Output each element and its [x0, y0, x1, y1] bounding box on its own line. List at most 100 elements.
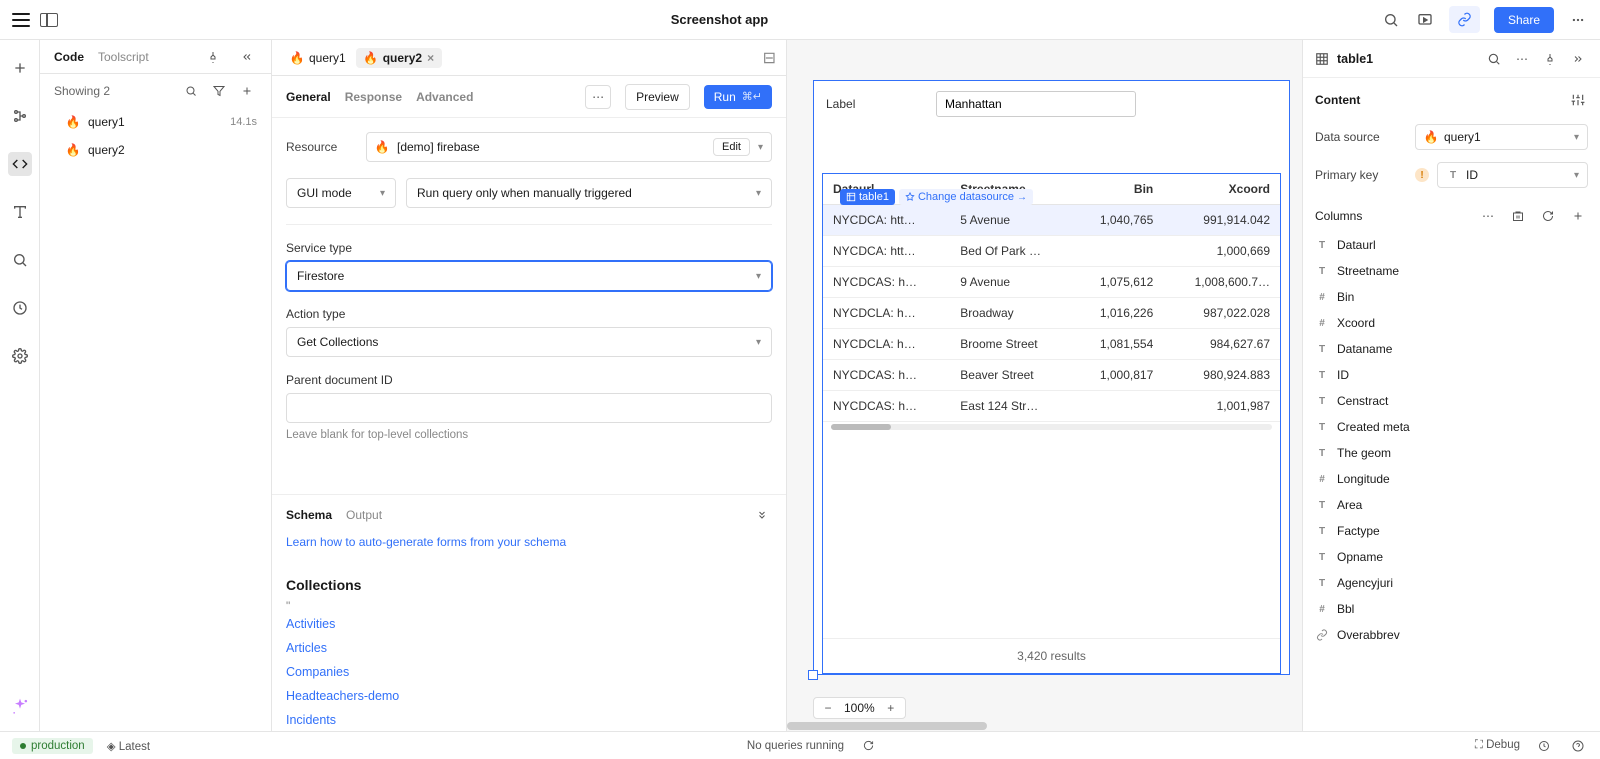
columns-refresh-icon[interactable] [1538, 206, 1558, 226]
table-row[interactable]: NYCDCLA: h…Broadway1,016,226987,022.028 [823, 298, 1280, 329]
parent-doc-input[interactable] [286, 393, 772, 423]
hamburger-menu[interactable] [12, 13, 30, 27]
table-header[interactable]: Xcoord [1163, 174, 1280, 205]
rail-ai-icon[interactable] [8, 695, 32, 719]
column-item[interactable]: TCreated meta [1303, 414, 1600, 440]
table-row[interactable]: NYCDCA: htt…Bed Of Park …1,000,669 [823, 236, 1280, 267]
more-dots[interactable]: ⋯ [585, 85, 611, 109]
env-pill[interactable]: production [12, 738, 93, 754]
collection-item[interactable]: Activities [286, 617, 772, 631]
service-type-select[interactable]: Firestore ▾ [286, 261, 772, 291]
schema-collapse-icon[interactable] [752, 505, 772, 525]
version-label[interactable]: ◈ Latest [107, 739, 150, 753]
column-item[interactable]: TAgencyjuri [1303, 570, 1600, 596]
column-item[interactable]: TArea [1303, 492, 1600, 518]
trigger-select[interactable]: Run query only when manually triggered ▾ [406, 178, 772, 208]
table-row[interactable]: NYCDCAS: h…9 Avenue1,075,6121,008,600.7… [823, 267, 1280, 298]
query-item[interactable]: 🔥query114.1s [40, 108, 271, 136]
canvas[interactable]: Label table1 Change datasource → [787, 40, 1302, 731]
editor-tab[interactable]: 🔥query1 [282, 48, 354, 68]
inspector-pin-icon[interactable] [1540, 49, 1560, 69]
columns-add-icon[interactable] [1568, 206, 1588, 226]
zoom-control[interactable]: − 100% + [813, 697, 906, 719]
footer-help-icon[interactable] [1568, 736, 1588, 756]
panel-toggle[interactable] [40, 13, 58, 27]
selected-frame[interactable]: Label table1 Change datasource → [813, 80, 1290, 675]
subtab-advanced[interactable]: Advanced [416, 90, 473, 104]
preview-button[interactable]: Preview [625, 84, 690, 110]
column-item[interactable]: Overabbrev [1303, 622, 1600, 648]
column-item[interactable]: TCenstract [1303, 388, 1600, 414]
share-button[interactable]: Share [1494, 7, 1554, 33]
collection-item[interactable]: Incidents [286, 713, 772, 727]
columns-more-icon[interactable]: ⋯ [1478, 206, 1498, 226]
column-item[interactable]: TStreetname [1303, 258, 1600, 284]
rail-settings-icon[interactable] [8, 344, 32, 368]
resize-handle[interactable] [808, 670, 818, 680]
table-row[interactable]: NYCDCAS: h…Beaver Street1,000,817980,924… [823, 360, 1280, 391]
collection-item[interactable]: Headteachers-demo [286, 689, 772, 703]
table-hscroll[interactable] [831, 424, 1272, 430]
editor-tab[interactable]: 🔥query2× [356, 48, 442, 68]
schema-tab[interactable]: Schema [286, 508, 332, 522]
action-type-select[interactable]: Get Collections ▾ [286, 327, 772, 357]
rail-components-icon[interactable] [8, 200, 32, 224]
run-button[interactable]: Run ⌘↵ [704, 85, 772, 109]
primary-key-select[interactable]: T ID ▾ [1437, 162, 1588, 188]
output-tab[interactable]: Output [346, 508, 382, 522]
column-item[interactable]: TOpname [1303, 544, 1600, 570]
collection-item[interactable]: Articles [286, 641, 772, 655]
rail-history-icon[interactable] [8, 296, 32, 320]
schema-link[interactable]: Learn how to auto-generate forms from yo… [286, 535, 566, 549]
collection-item[interactable]: Companies [286, 665, 772, 679]
rail-tree-icon[interactable] [8, 104, 32, 128]
column-item[interactable]: TThe geom [1303, 440, 1600, 466]
add-query-icon[interactable] [237, 81, 257, 101]
column-item[interactable]: TDataname [1303, 336, 1600, 362]
preview-play-icon[interactable] [1415, 10, 1435, 30]
column-item[interactable]: TFactype [1303, 518, 1600, 544]
minimize-icon[interactable]: ⊟ [763, 48, 776, 68]
pin-icon[interactable] [203, 47, 223, 67]
resource-select[interactable]: 🔥 [demo] firebase Edit ▾ [366, 132, 772, 162]
table-tag[interactable]: table1 [840, 189, 895, 205]
inspector-expand-icon[interactable] [1568, 49, 1588, 69]
columns-clear-icon[interactable] [1508, 206, 1528, 226]
table-row[interactable]: NYCDCA: htt…5 Avenue1,040,765991,914.042 [823, 205, 1280, 236]
footer-history-icon[interactable] [1534, 736, 1554, 756]
column-item[interactable]: #Xcoord [1303, 310, 1600, 336]
table-header[interactable]: Bin [1073, 174, 1163, 205]
zoom-out[interactable]: − [822, 701, 834, 715]
debug-toggle[interactable]: ⛶ Debug [1475, 739, 1520, 752]
column-item[interactable]: TID [1303, 362, 1600, 388]
canvas-hscroll[interactable] [787, 721, 1302, 731]
search-icon[interactable] [1381, 10, 1401, 30]
copy-link-button[interactable] [1449, 6, 1480, 33]
column-item[interactable]: #Bin [1303, 284, 1600, 310]
inspector-search-icon[interactable] [1484, 49, 1504, 69]
data-source-select[interactable]: 🔥 query1 ▾ [1415, 124, 1588, 150]
settings-toggle-icon[interactable] [1568, 90, 1588, 110]
collapse-icon[interactable] [237, 47, 257, 67]
inspector-more-icon[interactable]: ⋯ [1512, 49, 1532, 69]
rail-add-icon[interactable] [8, 56, 32, 80]
edit-resource[interactable]: Edit [713, 138, 750, 156]
table-row[interactable]: NYCDCLA: h…Broome Street1,081,554984,627… [823, 329, 1280, 360]
queries-refresh-icon[interactable] [858, 736, 878, 756]
rail-search-icon[interactable] [8, 248, 32, 272]
subtab-general[interactable]: General [286, 90, 331, 104]
tab-toolscript[interactable]: Toolscript [98, 50, 149, 64]
data-table[interactable]: DataurlStreetnameBinXcoord NYCDCA: htt…5… [822, 173, 1281, 674]
tab-code[interactable]: Code [54, 50, 84, 64]
filter-icon[interactable] [209, 81, 229, 101]
gui-mode-select[interactable]: GUI mode ▾ [286, 178, 396, 208]
table-row[interactable]: NYCDCAS: h…East 124 Str…1,001,987 [823, 391, 1280, 422]
more-icon[interactable] [1568, 10, 1588, 30]
zoom-in[interactable]: + [885, 701, 897, 715]
rail-code-icon[interactable] [8, 152, 32, 176]
subtab-response[interactable]: Response [345, 90, 402, 104]
column-item[interactable]: TDataurl [1303, 232, 1600, 258]
query-item[interactable]: 🔥query2 [40, 136, 271, 164]
column-item[interactable]: #Longitude [1303, 466, 1600, 492]
sidebar-search-icon[interactable] [181, 81, 201, 101]
